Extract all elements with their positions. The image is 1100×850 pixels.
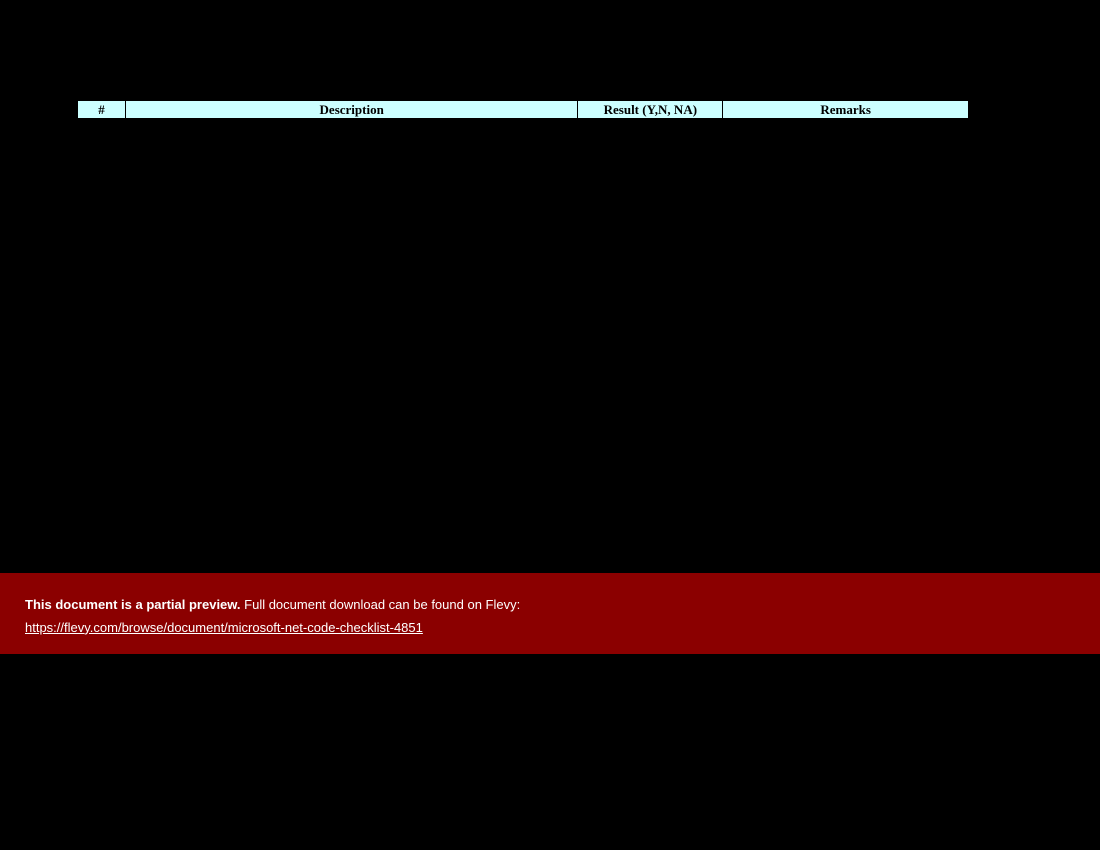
col-header-remarks: Remarks (723, 101, 969, 119)
banner-bold-text: This document is a partial preview. (25, 597, 241, 612)
col-header-number: # (78, 101, 126, 119)
banner-link[interactable]: https://flevy.com/browse/document/micros… (25, 618, 423, 639)
checklist-table: # Description Result (Y,N, NA) Remarks (77, 100, 969, 119)
banner-rest-text: Full document download can be found on F… (241, 597, 521, 612)
table-header-row: # Description Result (Y,N, NA) Remarks (78, 101, 969, 119)
checklist-table-container: # Description Result (Y,N, NA) Remarks (77, 100, 969, 119)
col-header-result: Result (Y,N, NA) (578, 101, 723, 119)
col-header-description: Description (125, 101, 577, 119)
preview-banner: This document is a partial preview. Full… (0, 573, 1100, 654)
